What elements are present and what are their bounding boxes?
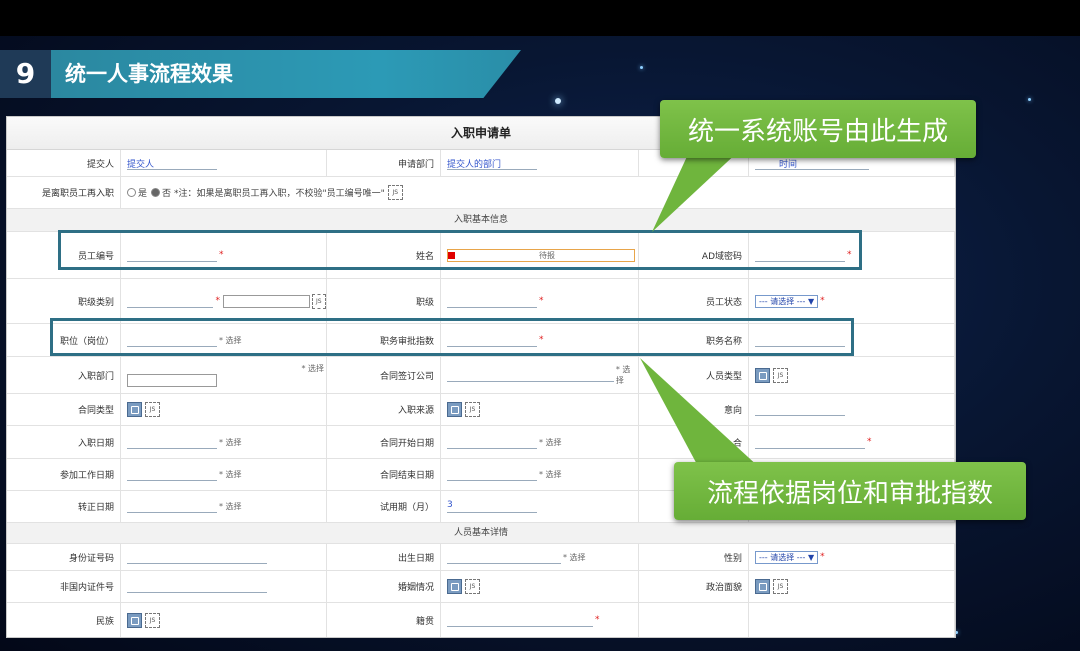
callout-account: 统一系统账号由此生成 bbox=[660, 100, 976, 158]
callout-arrows bbox=[640, 150, 760, 470]
callout-process: 流程依据岗位和审批指数 bbox=[674, 462, 1026, 520]
arrow-process bbox=[640, 358, 760, 470]
arrow-account bbox=[652, 150, 740, 232]
